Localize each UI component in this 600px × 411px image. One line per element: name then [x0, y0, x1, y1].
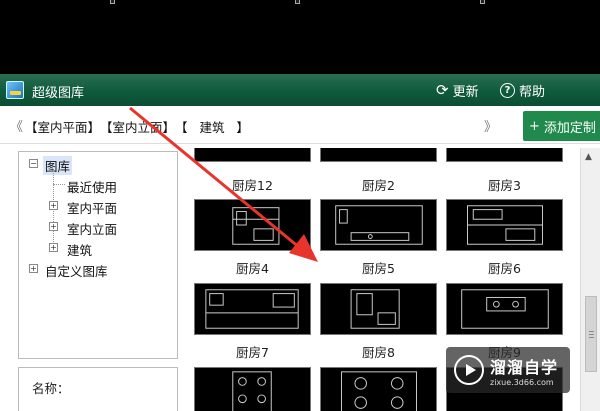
thumbnail-label: 厨房4 [236, 261, 269, 276]
name-panel: 名称： [18, 367, 178, 411]
breadcrumb: 【室内平面】 【室内立面】 【 建筑 】 [25, 117, 249, 136]
plus-icon: + [529, 118, 540, 134]
selection-grip-icon [480, 0, 485, 4]
help-button[interactable]: ? 帮助 [500, 81, 545, 100]
grip-line [589, 334, 594, 335]
thumbnail-image[interactable] [194, 199, 311, 251]
thumbnail-label: 厨房3 [488, 178, 521, 193]
crumb-architecture[interactable]: 【 建筑 】 [175, 117, 249, 136]
crumb-interior-elevation[interactable]: 【室内立面】 [100, 117, 175, 136]
tree-guide-line [53, 184, 65, 185]
vertical-scrollbar[interactable]: ▲ [580, 148, 600, 411]
window-title: 超级图库 [32, 86, 85, 101]
help-label: 帮助 [519, 85, 546, 100]
tree-item-library[interactable]: 图库 [43, 156, 73, 175]
crumb-interior-plan[interactable]: 【室内平面】 [25, 117, 100, 136]
thumbnail-label: 厨房6 [488, 261, 521, 276]
scroll-up-icon[interactable]: ▲ [585, 152, 592, 162]
thumbnail-image[interactable] [446, 283, 563, 335]
title-bar: 超级图库 ⟳ 更新 ? 帮助 [0, 74, 600, 106]
thumbnail-image[interactable] [320, 367, 437, 411]
thumbnail-label: 厨房5 [362, 261, 395, 276]
scrollbar-thumb[interactable] [585, 296, 597, 372]
expand-icon[interactable]: + [29, 264, 38, 273]
expand-icon[interactable]: + [49, 222, 58, 231]
thumbnail-image[interactable] [194, 283, 311, 335]
help-icon: ? [500, 83, 515, 98]
grip-line [589, 337, 594, 338]
thumbnail-image[interactable] [194, 148, 311, 162]
app-logo-icon [6, 81, 24, 99]
selection-grip-icon [295, 0, 300, 4]
add-custom-label: 添加定制 [543, 120, 596, 136]
expand-icon[interactable]: + [49, 243, 58, 252]
play-logo-icon [454, 355, 484, 385]
grip-line [589, 331, 594, 332]
name-label: 名称： [32, 381, 70, 396]
thumbnail-image[interactable] [320, 148, 437, 162]
refresh-label: 更新 [452, 85, 479, 100]
thumbnail-label: 厨房12 [232, 178, 273, 193]
back-arrow-icon[interactable]: 《 [10, 116, 23, 135]
selection-grip-icon [110, 0, 115, 4]
thumbnail-label: 厨房8 [362, 345, 395, 360]
tree-item-interior-plan[interactable]: 室内平面 [67, 198, 117, 217]
library-tree: − 图库 最近使用 + 室内平面 + 室内立面 + 建筑 + 自定义图库 [18, 151, 178, 359]
thumbnail-image[interactable] [320, 199, 437, 251]
refresh-button[interactable]: ⟳ 更新 [436, 81, 479, 101]
category-path-bar: 《 【室内平面】 【室内立面】 【 建筑 】 》 + 添加定制 [0, 106, 600, 144]
watermark-title: 溜溜自学 [490, 357, 559, 377]
tree-item-custom-library[interactable]: 自定义图库 [45, 261, 108, 280]
watermark-badge: 溜溜自学 zixue.3d66.com [446, 347, 570, 393]
tree-item-architecture[interactable]: 建筑 [67, 240, 92, 259]
collapse-icon[interactable]: − [29, 159, 38, 168]
thumbnail-image[interactable] [446, 148, 563, 162]
thumbnail-image[interactable] [320, 283, 437, 335]
tree-item-interior-elevation[interactable]: 室内立面 [67, 219, 117, 238]
expand-icon[interactable]: + [49, 201, 58, 210]
thumbnail-image[interactable] [194, 367, 311, 411]
add-custom-button[interactable]: + 添加定制 [523, 111, 600, 141]
thumbnail-label: 厨房2 [362, 178, 395, 193]
watermark-url: zixue.3d66.com [490, 377, 554, 387]
thumbnail-image[interactable] [446, 199, 563, 251]
refresh-icon: ⟳ [436, 81, 449, 99]
thumbnail-label: 厨房7 [236, 345, 269, 360]
tree-item-recent[interactable]: 最近使用 [67, 177, 117, 196]
forward-arrow-icon[interactable]: 》 [484, 116, 497, 135]
cad-canvas-background [0, 0, 600, 74]
